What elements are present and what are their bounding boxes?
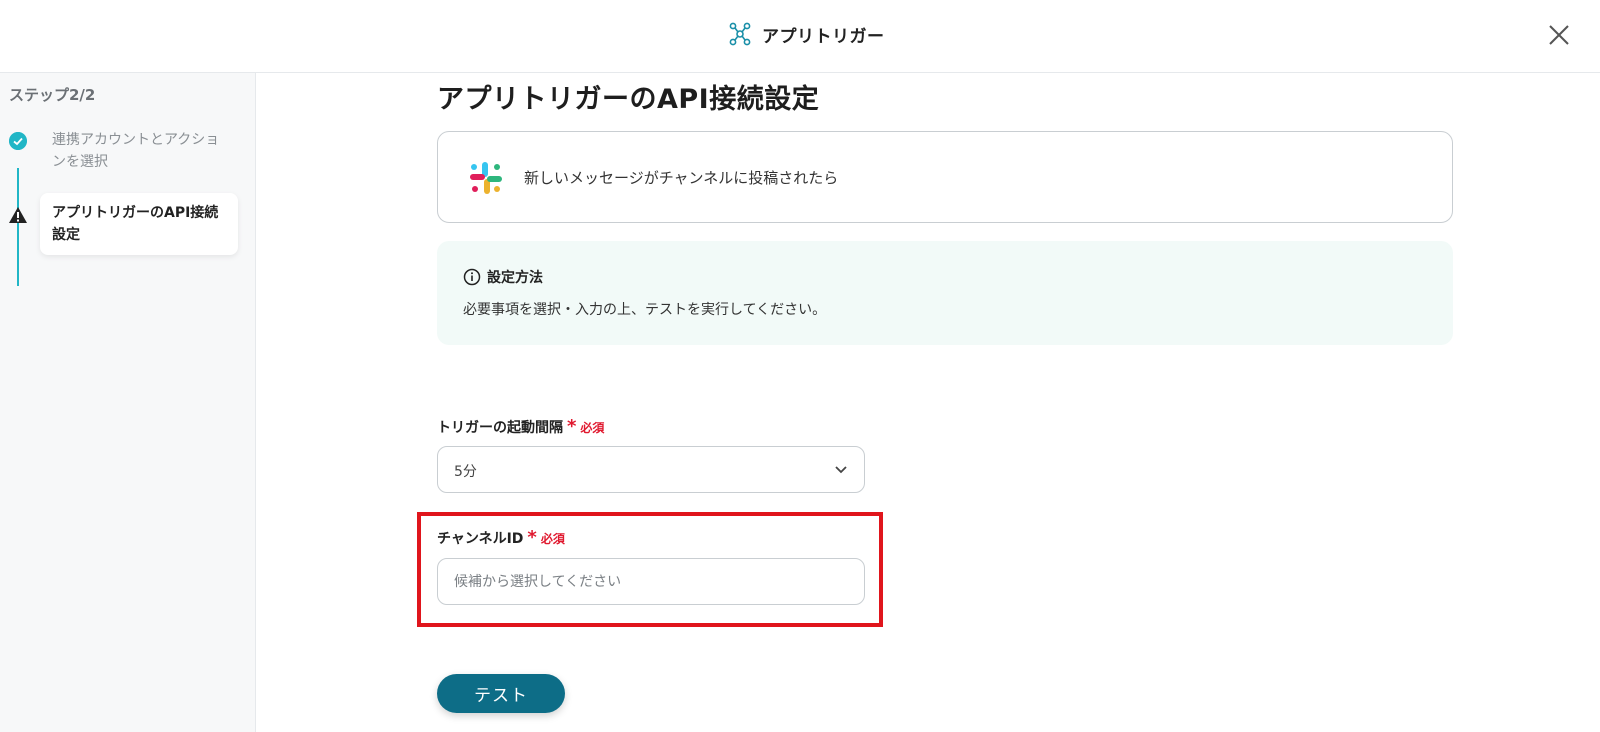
required-text: 必須 bbox=[540, 531, 565, 546]
step-2-label: アプリトリガーのAPI接続設定 bbox=[52, 205, 219, 243]
required-text: 必須 bbox=[580, 420, 605, 435]
test-button[interactable]: テスト bbox=[437, 674, 565, 713]
channel-label: チャンネルID * 必須 bbox=[437, 528, 565, 548]
required-mark: * bbox=[567, 416, 577, 437]
interval-select[interactable]: 5分 bbox=[437, 446, 865, 493]
close-icon[interactable] bbox=[1546, 22, 1572, 48]
channel-label-text: チャンネルID bbox=[437, 531, 524, 547]
main-panel: アプリトリガーのAPI接続設定 新しいメッセージがチャンネルに投稿されたら 設定… bbox=[256, 73, 1600, 732]
step-2-card[interactable]: アプリトリガーのAPI接続設定 bbox=[40, 193, 238, 255]
help-title-group: 設定方法 bbox=[463, 267, 543, 287]
page-title: アプリトリガーのAPI接続設定 bbox=[437, 84, 820, 115]
interval-label-text: トリガーの起動間隔 bbox=[437, 420, 563, 436]
info-icon bbox=[463, 268, 481, 286]
check-circle-icon bbox=[9, 132, 27, 150]
step-connector bbox=[17, 168, 19, 286]
steps-sidebar: ステップ2/2 連携アカウントとアクションを選択 アプリトリガーのAPI接続設定 bbox=[0, 73, 256, 732]
slack-icon bbox=[470, 162, 502, 194]
header-title: アプリトリガー bbox=[762, 26, 885, 47]
help-title: 設定方法 bbox=[487, 270, 543, 286]
step-1-label[interactable]: 連携アカウントとアクションを選択 bbox=[52, 129, 227, 173]
channel-id-input[interactable] bbox=[437, 558, 865, 605]
help-text: 必要事項を選択・入力の上、テストを実行してください。 bbox=[463, 302, 827, 318]
interval-label: トリガーの起動間隔 * 必須 bbox=[437, 417, 604, 437]
interval-select-value: 5分 bbox=[454, 464, 477, 480]
header-title-group: アプリトリガー bbox=[728, 21, 885, 47]
chevron-down-icon bbox=[835, 466, 847, 474]
required-mark: * bbox=[527, 527, 537, 548]
trigger-card: 新しいメッセージがチャンネルに投稿されたら bbox=[437, 131, 1453, 223]
modal-header: アプリトリガー bbox=[0, 0, 1600, 73]
warning-icon bbox=[9, 207, 27, 223]
trigger-text: 新しいメッセージがチャンネルに投稿されたら bbox=[524, 169, 839, 187]
step-count: ステップ2/2 bbox=[9, 86, 96, 104]
app-trigger-logo-icon bbox=[729, 22, 751, 46]
help-box: 設定方法 必要事項を選択・入力の上、テストを実行してください。 bbox=[437, 241, 1453, 345]
